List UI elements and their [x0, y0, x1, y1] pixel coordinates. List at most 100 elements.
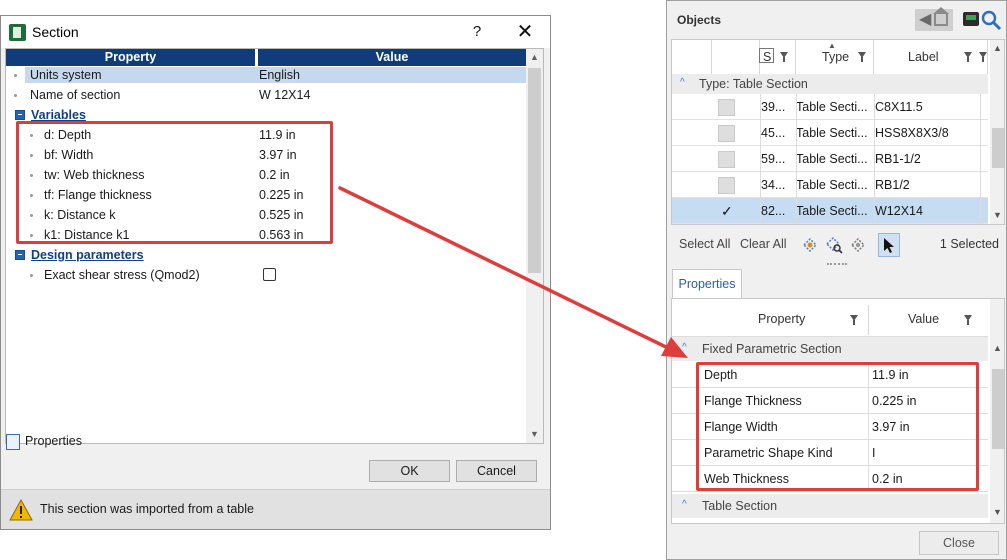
help-button[interactable]: ? — [465, 21, 489, 43]
property-name: Units system — [25, 67, 258, 83]
tab-properties[interactable]: Properties — [672, 269, 742, 299]
group-fixed-parametric-section[interactable]: ^ Fixed Parametric Section — [672, 337, 988, 361]
select-hidden-icon[interactable] — [848, 235, 868, 255]
row-checkbox[interactable] — [718, 151, 735, 168]
cell-s: 45... — [761, 126, 786, 140]
objects-grid: S ▲ Type Label ^ Type: Table Section 39.… — [671, 39, 1005, 225]
s-column-label: S — [763, 50, 772, 64]
select-all-link[interactable]: Select All — [679, 237, 730, 251]
select-tool-icon[interactable] — [800, 235, 820, 255]
cell-type: Table Secti... — [796, 152, 868, 166]
column-divider — [980, 94, 981, 224]
cell-label: C8X11.5 — [875, 100, 923, 114]
highlight-box-properties — [696, 362, 979, 491]
properties-icon — [6, 434, 20, 450]
collapse-group-icon[interactable] — [15, 250, 25, 260]
s-column-header[interactable]: S — [760, 40, 796, 74]
properties-footer-label: Properties — [25, 434, 82, 448]
label-column-label: Label — [908, 50, 939, 64]
value-column-header[interactable]: Value — [908, 312, 939, 326]
cell-type: Table Secti... — [796, 204, 868, 218]
object-row[interactable]: 34... Table Secti... RB1/2 — [672, 172, 988, 198]
dialog-title: Section — [32, 24, 79, 40]
group-design-parameters[interactable]: Design parameters — [6, 245, 527, 265]
label-column-header[interactable]: Label — [874, 40, 988, 74]
highlight-box-variables — [16, 121, 333, 244]
pointer-button[interactable] — [878, 233, 900, 257]
property-value[interactable]: English — [258, 67, 527, 83]
property-column-header[interactable]: Property — [6, 49, 255, 66]
property-value[interactable]: W 12X14 — [259, 85, 310, 105]
grid-vertical-scrollbar[interactable]: ▲ ▼ — [526, 49, 543, 443]
column-divider — [796, 94, 797, 224]
type-column-header[interactable]: ▲ Type — [796, 40, 874, 74]
cell-label: RB1-1/2 — [875, 152, 921, 166]
collapse-caret-icon[interactable]: ^ — [680, 77, 685, 88]
scrollbar-thumb[interactable] — [992, 369, 1004, 449]
filter-icon[interactable] — [979, 52, 987, 62]
cancel-button[interactable]: Cancel — [456, 460, 537, 482]
group-table-section[interactable]: ^ Table Section — [672, 494, 988, 518]
scroll-down-arrow-icon[interactable]: ▼ — [529, 429, 540, 440]
close-icon[interactable]: ✕ — [510, 19, 540, 45]
ok-button[interactable]: OK — [369, 460, 450, 482]
splitter-grip[interactable] — [827, 263, 847, 265]
select-zoom-icon[interactable] — [824, 235, 844, 255]
filter-icon[interactable] — [858, 52, 866, 62]
object-row[interactable]: 59... Table Secti... RB1-1/2 — [672, 146, 988, 172]
row-checkbox[interactable]: ✓ — [718, 203, 735, 220]
cell-type: Table Secti... — [796, 178, 868, 192]
scroll-down-arrow-icon[interactable]: ▼ — [993, 210, 1002, 220]
row-checkbox[interactable] — [718, 177, 735, 194]
scrollbar-thumb[interactable] — [992, 128, 1004, 168]
scroll-up-arrow-icon[interactable]: ▲ — [529, 52, 540, 63]
scroll-up-arrow-icon[interactable]: ▲ — [993, 343, 1002, 353]
row-bullet — [14, 94, 17, 97]
property-column-header[interactable]: Property — [758, 312, 805, 326]
scroll-up-arrow-icon[interactable]: ▲ — [993, 43, 1002, 53]
filter-icon[interactable] — [964, 52, 972, 62]
cell-type: Table Secti... — [796, 100, 868, 114]
filter-icon[interactable] — [780, 52, 788, 62]
property-row-units-system[interactable]: Units system English — [6, 65, 527, 85]
value-column-header[interactable]: Value — [258, 49, 526, 66]
filter-icon[interactable] — [850, 315, 858, 325]
object-row[interactable]: 45... Table Secti... HSS8X8X3/8 — [672, 120, 988, 146]
cell-label: RB1/2 — [875, 178, 910, 192]
row-bullet — [30, 274, 33, 277]
row-bullet — [14, 74, 17, 77]
filter-icon[interactable] — [964, 315, 972, 325]
collapse-caret-icon[interactable]: ^ — [682, 499, 687, 510]
cell-label: HSS8X8X3/8 — [875, 126, 949, 140]
scrollbar-thumb[interactable] — [528, 68, 541, 273]
back-home-icon[interactable]: ◀ — [915, 7, 953, 31]
exact-shear-stress-checkbox[interactable] — [263, 268, 276, 281]
column-divider — [868, 305, 869, 335]
close-button[interactable]: Close — [919, 531, 999, 555]
sort-ascending-icon: ▲ — [828, 41, 836, 50]
object-row-selected[interactable]: ✓ 82... Table Secti... W12X14 — [672, 198, 988, 224]
group-label: Fixed Parametric Section — [702, 342, 842, 356]
cell-s: 59... — [761, 152, 786, 166]
row-checkbox[interactable] — [718, 99, 735, 116]
search-icon[interactable] — [980, 9, 1002, 31]
cell-type: Table Secti... — [796, 126, 868, 140]
group-label: Type: Table Section — [699, 77, 808, 91]
collapse-caret-icon[interactable]: ^ — [682, 342, 687, 353]
section-property-grid: Property Value Units system English Name… — [5, 48, 544, 444]
objects-vertical-scrollbar[interactable]: ▲ ▼ — [990, 40, 1004, 224]
type-group-row[interactable]: ^ Type: Table Section — [672, 74, 988, 94]
check-column-header[interactable] — [712, 40, 774, 74]
property-row-name-of-section[interactable]: Name of section W 12X14 — [6, 85, 527, 105]
export-icon[interactable] — [963, 12, 979, 26]
property-row-exact-shear-stress[interactable]: Exact shear stress (Qmod2) — [6, 265, 527, 285]
row-checkbox[interactable] — [718, 125, 735, 142]
object-row[interactable]: 39... Table Secti... C8X11.5 — [672, 94, 988, 120]
scroll-down-arrow-icon[interactable]: ▼ — [993, 507, 1002, 517]
clear-all-link[interactable]: Clear All — [740, 237, 787, 251]
back-arrow-icon: ◀ — [919, 11, 932, 28]
cell-s: 82... — [761, 204, 786, 218]
collapse-group-icon[interactable] — [15, 110, 25, 120]
cell-s: 39... — [761, 100, 786, 114]
properties-vertical-scrollbar[interactable]: ▲ ▼ — [990, 299, 1004, 523]
